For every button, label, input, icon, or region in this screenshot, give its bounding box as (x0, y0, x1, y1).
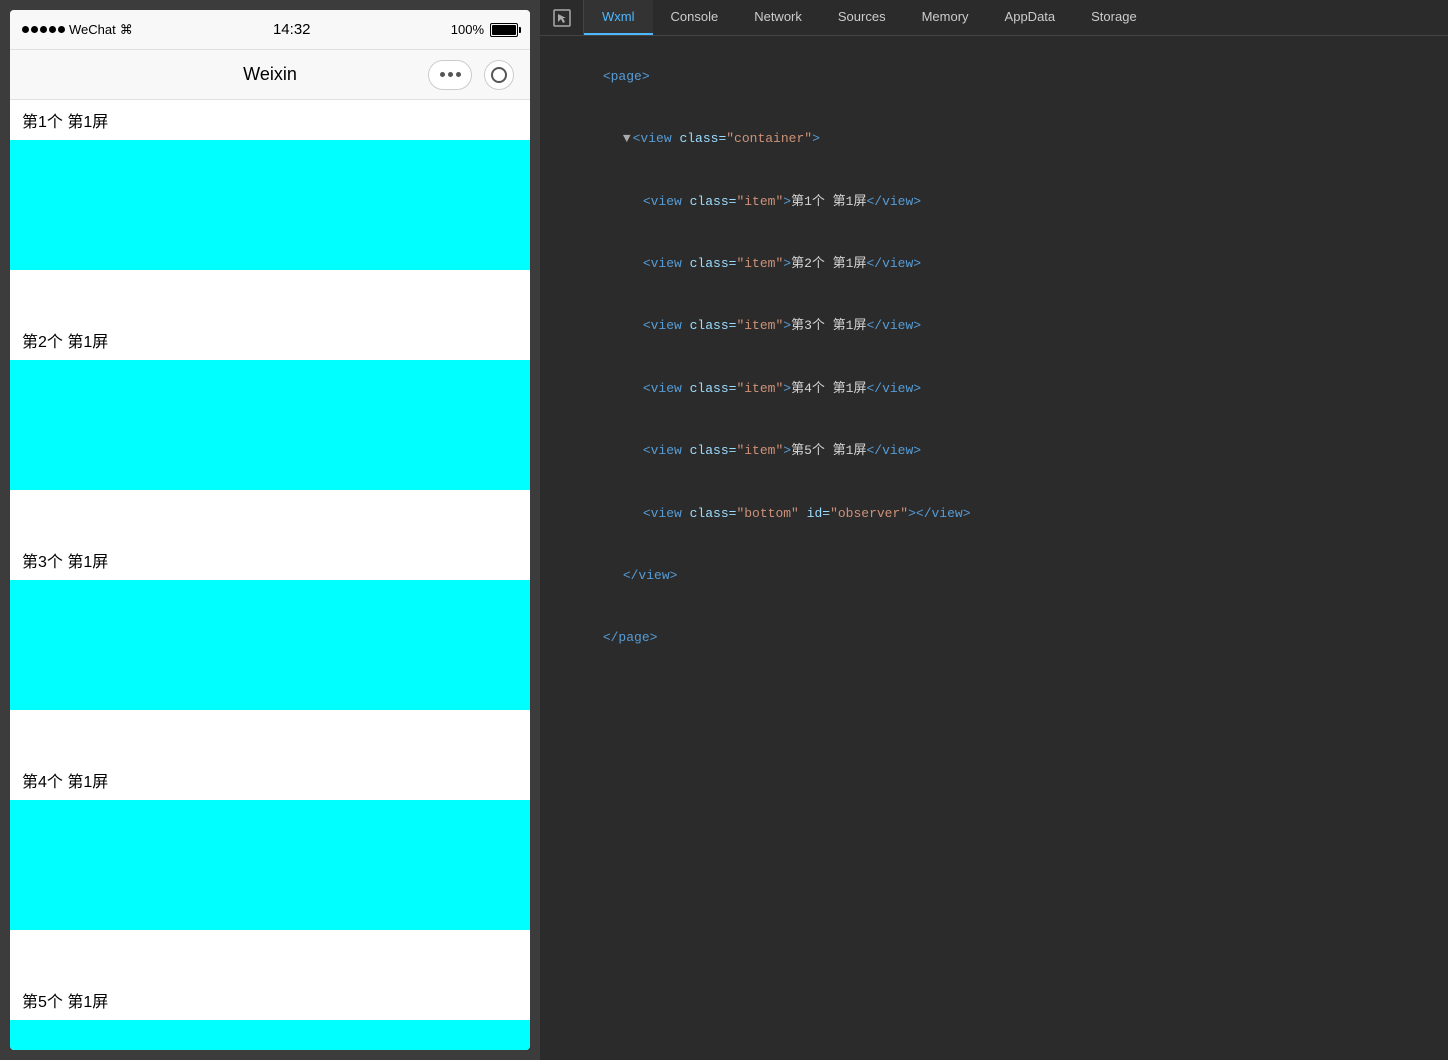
dot-3 (456, 72, 461, 77)
tab-appdata-label: AppData (1005, 9, 1056, 24)
phone-content[interactable]: 第1个 第1屏 第2个 第1屏 第3个 第1屏 第4个 第1屏 (10, 100, 530, 1050)
item-spacer-3 (10, 710, 530, 760)
tab-appdata[interactable]: AppData (987, 0, 1074, 35)
battery-fill (492, 25, 516, 35)
item-cyan-2 (10, 360, 530, 490)
item-label-2: 第2个 第1屏 (10, 320, 530, 360)
item-label-4: 第4个 第1屏 (10, 760, 530, 800)
tab-wxml[interactable]: Wxml (584, 0, 653, 35)
collapse-arrow[interactable]: ▼ (623, 131, 631, 146)
nav-bar: Weixin (10, 50, 530, 100)
tab-wxml-label: Wxml (602, 9, 635, 24)
nav-title: Weixin (243, 64, 297, 85)
list-item: 第1个 第1屏 (10, 100, 530, 270)
devtools-content[interactable]: <page> ▼<view class="container"> <view c… (540, 36, 1448, 1060)
item-spacer-1 (10, 270, 530, 320)
item-label-3: 第3个 第1屏 (10, 540, 530, 580)
dot-1 (440, 72, 445, 77)
tab-sources[interactable]: Sources (820, 0, 904, 35)
signal-dots (22, 26, 65, 33)
item-cyan-4 (10, 800, 530, 930)
xml-view-close: </view> (556, 545, 1432, 607)
more-button[interactable] (428, 60, 472, 90)
xml-view-bottom: <view class="bottom" id="observer"></vie… (556, 483, 1432, 545)
xml-item-5: <view class="item">第5个 第1屏</view> (556, 420, 1432, 482)
battery-icon (490, 23, 518, 37)
item-spacer-4 (10, 930, 530, 980)
tab-storage[interactable]: Storage (1073, 0, 1155, 35)
tab-memory[interactable]: Memory (904, 0, 987, 35)
xml-item-1: <view class="item">第1个 第1屏</view> (556, 171, 1432, 233)
tab-console[interactable]: Console (653, 0, 737, 35)
record-button[interactable] (484, 60, 514, 90)
devtools-panel: Wxml Console Network Sources Memory AppD… (540, 0, 1448, 1060)
status-bar: WeChat ⌘ 14:32 100% (10, 10, 530, 50)
list-item: 第3个 第1屏 (10, 540, 530, 710)
tab-storage-label: Storage (1091, 9, 1137, 24)
signal-dot-5 (58, 26, 65, 33)
item-cyan-1 (10, 140, 530, 270)
devtools-tab-bar: Wxml Console Network Sources Memory AppD… (540, 0, 1448, 36)
status-time: 14:32 (273, 21, 311, 38)
battery-bar (490, 23, 518, 37)
signal-dot-2 (31, 26, 38, 33)
tab-sources-label: Sources (838, 9, 886, 24)
phone-simulator-panel: WeChat ⌘ 14:32 100% Weixin (0, 0, 540, 1060)
signal-dot-4 (49, 26, 56, 33)
signal-dot-1 (22, 26, 29, 33)
dot-2 (448, 72, 453, 77)
item-cyan-5 (10, 1020, 530, 1050)
xml-item-4: <view class="item">第4个 第1屏</view> (556, 358, 1432, 420)
xml-page-close: </page> (556, 608, 1432, 670)
nav-right-buttons (428, 60, 514, 90)
item-label-1: 第1个 第1屏 (10, 100, 530, 140)
status-right: 100% (451, 22, 518, 37)
tab-inspector[interactable] (540, 0, 584, 35)
xml-view-container-open: ▼<view class="container"> (556, 108, 1432, 170)
item-label-5: 第5个 第1屏 (10, 980, 530, 1020)
list-item: 第4个 第1屏 (10, 760, 530, 930)
item-spacer-2 (10, 490, 530, 540)
item-cyan-3 (10, 580, 530, 710)
xml-page-open: <page> (556, 46, 1432, 108)
signal-dot-3 (40, 26, 47, 33)
carrier-name: WeChat (69, 22, 116, 37)
battery-percent: 100% (451, 22, 484, 37)
wifi-icon: ⌘ (120, 22, 133, 38)
status-left: WeChat ⌘ (22, 22, 133, 38)
tab-network-label: Network (754, 9, 802, 24)
record-icon (491, 67, 507, 83)
tab-console-label: Console (671, 9, 719, 24)
tab-network[interactable]: Network (736, 0, 820, 35)
xml-item-2: <view class="item">第2个 第1屏</view> (556, 233, 1432, 295)
xml-item-3: <view class="item">第3个 第1屏</view> (556, 296, 1432, 358)
tab-memory-label: Memory (922, 9, 969, 24)
inspector-cursor-icon (552, 8, 572, 28)
list-item: 第2个 第1屏 (10, 320, 530, 490)
phone-frame: WeChat ⌘ 14:32 100% Weixin (10, 10, 530, 1050)
list-item: 第5个 第1屏 (10, 980, 530, 1050)
